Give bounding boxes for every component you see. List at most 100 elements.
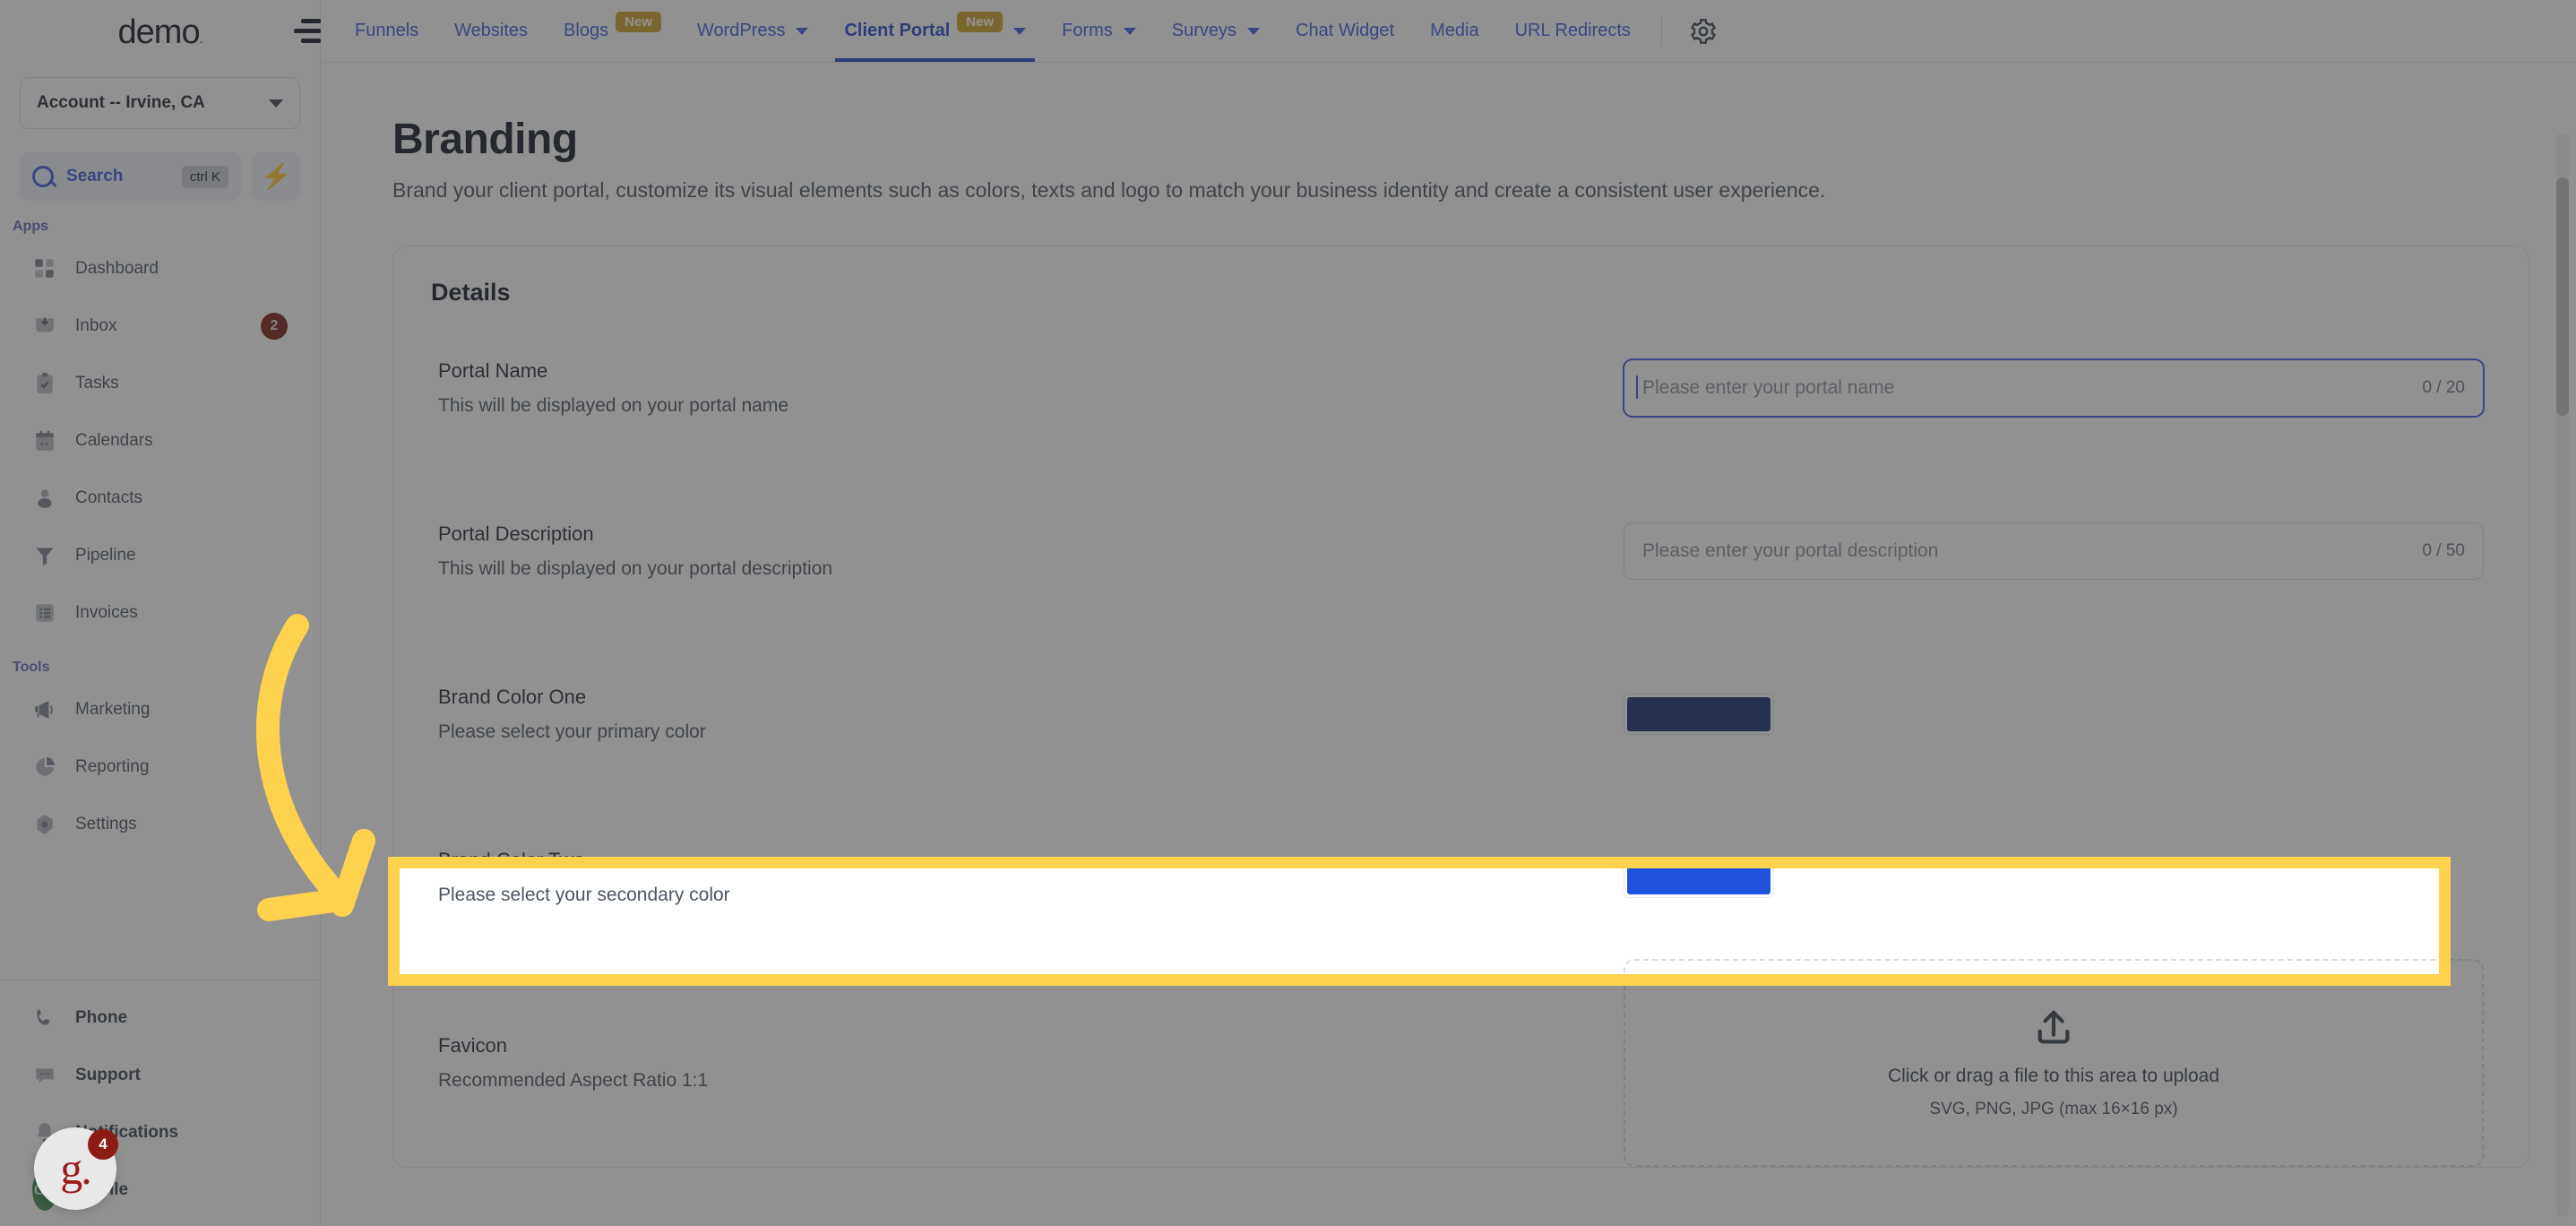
grid-icon [32,256,57,281]
tab-label: URL Redirects [1514,21,1631,40]
sidebar-item-tasks[interactable]: Tasks [13,355,307,412]
account-selector[interactable]: Account -- Irvine, CA [20,77,300,129]
tab-blogs[interactable]: Blogs New [546,0,679,62]
field-label: Portal Description [438,522,594,545]
tab-client-portal[interactable]: Client Portal New [826,0,1044,62]
portal-description-input[interactable]: Please enter your portal description 0 /… [1624,522,2484,580]
tab-label: Forms [1062,21,1113,40]
input-char-counter: 0 / 20 [2422,378,2465,397]
page-title: Branding [392,116,578,163]
chevron-down-icon [269,99,283,108]
pie-chart-icon [32,755,57,780]
sidebar-item-label: Settings [75,815,137,833]
clipboard-check-icon [32,371,57,396]
search-input[interactable]: Search ctrl K [20,152,241,201]
tab-chat-widget[interactable]: Chat Widget [1278,0,1412,62]
new-badge: New [616,12,661,32]
field-label-group: Portal Description This will be displaye… [438,522,832,580]
chevron-down-icon [796,27,809,35]
app-root: demo. Account -- Irvine, CA Search ctrl … [0,0,2576,1226]
sidebar-item-label: Contacts [75,488,142,507]
field-description: Please select your secondary color [438,885,730,905]
brand-header: demo. [0,0,320,65]
upload-secondary-text: SVG, PNG, JPG (max 16×16 px) [1929,1099,2178,1118]
gear-icon [32,812,57,837]
brand-logo-mark: . [199,30,203,46]
sidebar-item-label: Pipeline [75,546,136,565]
list-icon [32,600,57,626]
sidebar-item-label: Support [75,1066,141,1084]
sidebar-item-calendars[interactable]: Calendars [13,412,307,470]
tab-label: WordPress [696,21,786,40]
input-char-counter: 0 / 50 [2422,541,2465,560]
tab-websites[interactable]: Websites [436,0,546,62]
tab-url-redirects[interactable]: URL Redirects [1497,0,1649,62]
person-icon [32,486,57,511]
sidebar-item-support[interactable]: Support [13,1047,307,1104]
sidebar-item-invoices[interactable]: Invoices [13,584,307,642]
sidebar-item-label: Dashboard [75,259,159,278]
brand-color-one-picker[interactable] [1624,694,1774,735]
sidebar-item-settings[interactable]: Settings [13,796,307,853]
tab-label: Blogs [564,21,609,40]
g-widget-mark: g. [60,1144,91,1194]
field-label: Brand Color Two [438,849,585,871]
search-label: Search [66,167,124,186]
portal-name-input[interactable]: Please enter your portal name 0 / 20 [1624,359,2484,417]
sidebar-item-inbox[interactable]: Inbox 2 [13,298,307,355]
favicon-upload-dropzone[interactable]: Click or drag a file to this area to upl… [1624,959,2484,1167]
tab-funnels[interactable]: Funnels [337,0,436,62]
inbox-badge: 2 [261,313,288,340]
sidebar-item-label: Calendars [75,431,153,450]
g-widget-badge: 4 [88,1129,118,1160]
top-navigation: Funnels Websites Blogs New WordPress Clie… [321,0,2576,63]
floating-help-widget[interactable]: g. 4 [34,1127,118,1210]
scrollbar-thumb[interactable] [2556,177,2569,416]
field-label: Portal Name [438,359,548,382]
sidebar-item-label: Phone [75,1008,128,1027]
tab-wordpress[interactable]: WordPress [679,0,827,62]
field-row-portal-name: Portal Name This will be displayed on yo… [431,306,2491,470]
field-row-brand-color-one: Brand Color One Please select your prima… [431,633,2491,796]
tab-label: Surveys [1171,21,1237,40]
chevron-down-icon [1123,27,1136,35]
megaphone-icon [32,697,57,722]
hamburger-icon[interactable] [285,14,321,47]
chat-bubble-icon [32,1063,57,1088]
sidebar-item-pipeline[interactable]: Pipeline [13,527,307,584]
field-description: Please select your primary color [438,721,706,742]
brand-color-one-swatch [1627,697,1770,731]
tab-surveys[interactable]: Surveys [1154,0,1278,62]
brand-color-two-picker[interactable] [1624,857,1774,898]
search-shortcut-badge: ctrl K [181,165,228,188]
page-subtitle: Brand your client portal, customize its … [392,178,1826,202]
nav-section-title-tools: Tools [13,660,50,675]
field-row-portal-description: Portal Description This will be displaye… [431,470,2491,633]
quick-action-button[interactable]: ⚡ [252,152,300,201]
gear-icon [1689,17,1718,46]
field-row-brand-color-two: Brand Color Two Please select your secon… [431,796,2491,959]
field-label: Favicon [438,1034,508,1057]
sidebar-item-label: Reporting [75,757,150,776]
brand-logo-text: demo [117,13,201,51]
upload-icon [2033,1007,2074,1053]
nav-section-title-apps: Apps [13,219,48,234]
sidebar-item-marketing[interactable]: Marketing [13,681,307,738]
tab-forms[interactable]: Forms [1044,0,1154,62]
hamburger-line [301,18,321,23]
field-label-group: Brand Color Two Please select your secon… [438,849,730,906]
sidebar-item-reporting[interactable]: Reporting [13,738,307,796]
sidebar-item-phone[interactable]: Phone [13,989,307,1047]
tab-media[interactable]: Media [1412,0,1496,62]
sidebar-item-contacts[interactable]: Contacts [13,470,307,527]
new-badge: New [957,12,1004,32]
input-placeholder: Please enter your portal name [1635,376,1895,399]
tab-label: Websites [454,21,529,40]
settings-button[interactable] [1675,0,1732,62]
sidebar-item-dashboard[interactable]: Dashboard [13,240,307,298]
calendar-icon [32,428,57,453]
brand-logo: demo. [117,13,203,52]
tab-label: Funnels [355,21,419,40]
sidebar: demo. Account -- Irvine, CA Search ctrl … [0,0,321,1226]
details-card: Details Portal Name This will be display… [392,246,2529,1168]
